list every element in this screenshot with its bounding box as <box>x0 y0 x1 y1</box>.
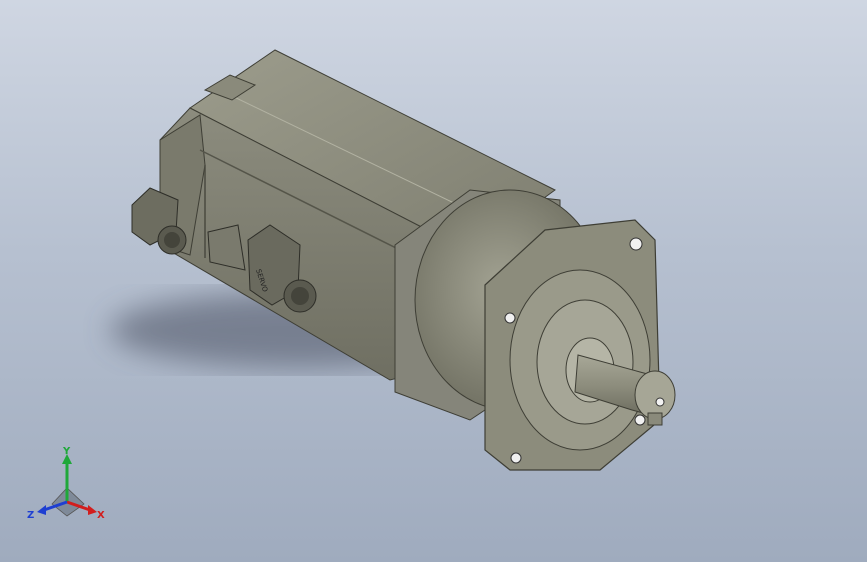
servo-motor-gearbox-model[interactable]: SERVO <box>0 0 867 562</box>
flange-bolt-hole <box>634 414 646 426</box>
shaft-center-hole <box>655 397 665 407</box>
flange-bolt-hole <box>510 452 522 464</box>
shaft-end-face <box>634 370 676 420</box>
triad-z-label: Z <box>27 510 34 521</box>
coordinate-triad[interactable]: Y X Z <box>22 446 112 526</box>
triad-z-arrow <box>37 505 46 515</box>
flange-bolt-hole <box>629 237 643 251</box>
triad-x-arrow <box>88 505 97 515</box>
triad-x-label: X <box>97 510 105 521</box>
shaft-key <box>647 412 663 426</box>
graphics-viewport[interactable]: SERVO Y X Z <box>0 0 867 562</box>
triad-y-label: Y <box>62 446 71 457</box>
flange-bolt-hole <box>504 312 516 324</box>
